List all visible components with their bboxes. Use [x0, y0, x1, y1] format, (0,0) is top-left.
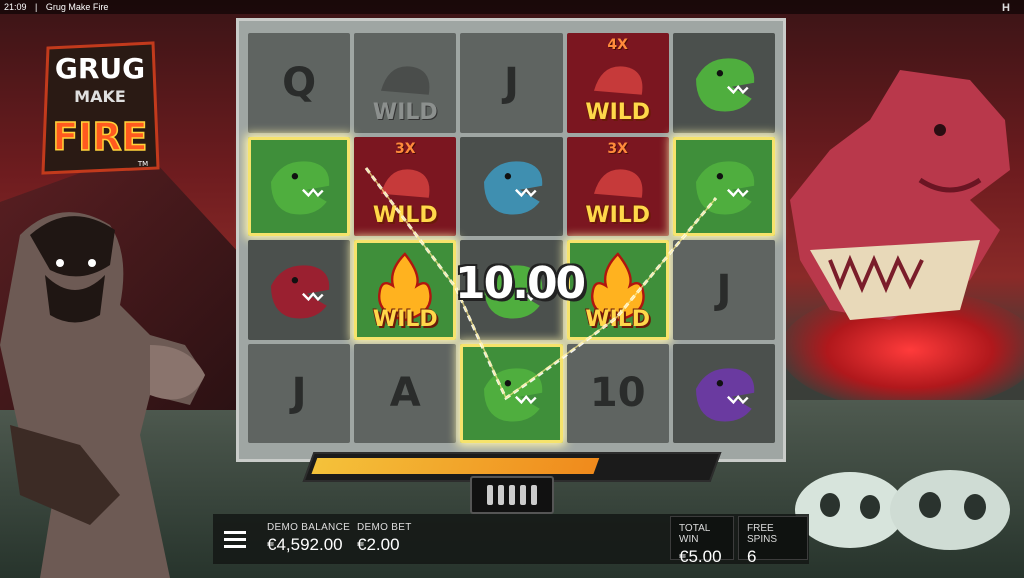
- purple-dinosaur-icon: [696, 368, 755, 422]
- symbol-letter: J: [291, 370, 307, 417]
- reel-symbol: [672, 343, 775, 443]
- wild-label: WILD: [585, 99, 651, 125]
- total-win-label: TOTAL WIN: [679, 523, 710, 545]
- spin-button[interactable]: [470, 476, 554, 514]
- reel-symbol: [460, 343, 563, 443]
- free-spins-box: FREE SPINS 6: [738, 516, 808, 566]
- bet-label: DEMO BET: [357, 522, 412, 533]
- reel-symbol: [460, 136, 563, 236]
- multiplier-label: 3X: [607, 140, 628, 157]
- logo-line-2: MAKE: [74, 87, 126, 106]
- symbol-letter: J: [504, 59, 519, 106]
- blue-dinosaur-icon: [483, 161, 542, 215]
- game-logo: GRUG MAKE FIRE TM: [41, 41, 160, 175]
- hamburger-icon-line: [224, 530, 246, 534]
- reel-symbol: [672, 136, 775, 236]
- skulls-decoration: [795, 470, 1010, 550]
- provider-logo: H: [1002, 2, 1010, 14]
- balance-display: DEMO BALANCE €4,592.00: [267, 522, 350, 555]
- total-win-value: €5.00: [679, 547, 722, 566]
- caveman-character: [0, 212, 205, 578]
- reel-symbol: WILD: [354, 240, 457, 340]
- hamburger-icon-line: [224, 537, 246, 541]
- wild-label: WILD: [372, 306, 438, 332]
- reel-symbol: J: [672, 240, 775, 340]
- reel-symbol: Q: [248, 33, 351, 133]
- symbol-letter: A: [389, 370, 421, 417]
- logo-line-3: FIRE: [52, 115, 147, 159]
- win-amount: 10.00: [455, 258, 586, 309]
- symbol-letter: J: [716, 266, 732, 313]
- dinosaur-backdrop: [790, 70, 1010, 320]
- clock: 21:09: [4, 2, 27, 12]
- green-dinosaur-icon: [483, 368, 542, 422]
- reel-symbol: 3X WILD: [566, 136, 669, 236]
- menu-button[interactable]: [213, 514, 257, 564]
- feature-meter-fill: [311, 458, 600, 474]
- wild-label: WILD: [585, 203, 651, 228]
- total-win-box: TOTAL WIN €5.00: [670, 516, 734, 566]
- reel-symbol: [248, 136, 351, 236]
- green-dinosaur-icon: [696, 161, 755, 215]
- spin-bar-icon: [509, 485, 515, 505]
- symbol-letter: Q: [282, 59, 317, 106]
- reel-symbol: 3X WILD: [354, 136, 457, 236]
- reel-symbol: A: [354, 343, 457, 443]
- reel-symbol: [248, 240, 351, 340]
- wild-label: WILD: [372, 99, 438, 125]
- status-bar: 21:09 | Grug Make Fire H: [0, 0, 1024, 14]
- green-dinosaur-icon: [696, 58, 755, 112]
- spin-bar-icon: [520, 485, 526, 505]
- logo-line-1: GRUG: [55, 52, 145, 85]
- reel-grid: Q WILD J 4X WILD 3X WILD 3X WILD WILD WILD J J A 10: [248, 33, 775, 443]
- green-dinosaur-icon: [271, 161, 330, 215]
- spin-bar-icon: [487, 485, 493, 505]
- wild-label: WILD: [585, 306, 651, 332]
- free-spins-value: 6: [747, 547, 757, 566]
- reel-symbol: J: [248, 343, 351, 443]
- reel-symbol: J: [460, 33, 563, 133]
- reel-symbol: 10: [566, 343, 669, 443]
- logo-tm: TM: [137, 160, 148, 168]
- red-dinosaur-icon: [271, 265, 330, 319]
- spin-bar-icon: [531, 485, 537, 505]
- bet-value: €2.00: [357, 535, 400, 554]
- separator: |: [35, 2, 38, 12]
- multiplier-label: 3X: [395, 140, 416, 157]
- spin-bar-icon: [498, 485, 504, 505]
- multiplier-label: 4X: [607, 37, 628, 53]
- free-spins-label: FREE SPINS: [747, 523, 778, 545]
- symbol-letter: 10: [589, 370, 646, 417]
- bet-display[interactable]: DEMO BET €2.00: [357, 522, 412, 555]
- reel-symbol: WILD: [354, 33, 457, 133]
- balance-label: DEMO BALANCE: [267, 522, 351, 533]
- reel-symbol: 4X WILD: [566, 33, 669, 133]
- reel-symbol: [672, 33, 775, 133]
- balance-value: €4,592.00: [267, 535, 343, 554]
- wild-label: WILD: [372, 203, 438, 228]
- window-title: Grug Make Fire: [45, 2, 109, 12]
- hamburger-icon-line: [224, 544, 246, 548]
